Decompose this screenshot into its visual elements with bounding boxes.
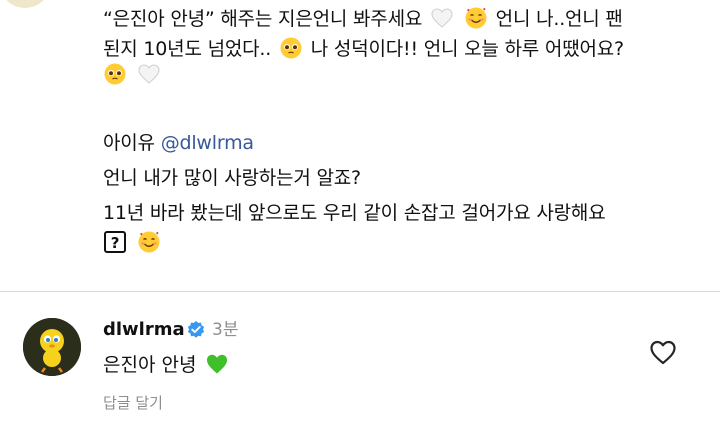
reply-button[interactable]: 답글 달기 bbox=[103, 392, 163, 414]
green-heart-emoji bbox=[206, 354, 227, 374]
comment-text: 은진아 안녕 bbox=[103, 352, 231, 378]
previous-avatar-fragment bbox=[0, 0, 50, 8]
svg-text:?: ? bbox=[111, 234, 120, 252]
tweety-avatar-icon bbox=[23, 318, 81, 376]
question-mark-box-emoji: ? bbox=[104, 231, 126, 253]
caption-text-2-tail: 나 성덕이다!! 언니 오늘 하루 어땠어요? bbox=[310, 38, 624, 60]
author-line: 아이유 @dlwlrma bbox=[103, 130, 254, 156]
body-line-1: 언니 내가 많이 사랑하는거 알죠? bbox=[103, 167, 361, 189]
comment-body: 은진아 안녕 bbox=[103, 354, 197, 376]
white-heart-emoji bbox=[138, 64, 160, 84]
caption-text-2: 된지 10년도 넘었다.. bbox=[103, 38, 272, 60]
body-line-2: 11년 바라 봤는데 앞으로도 우리 같이 손잡고 걸어가요 사랑해요 bbox=[103, 202, 606, 224]
verified-badge-icon bbox=[187, 321, 205, 338]
author-name: 아이유 bbox=[103, 132, 155, 154]
smiling-face-with-hearts-emoji bbox=[138, 231, 160, 253]
caption-line-3 bbox=[103, 62, 163, 88]
like-heart-icon[interactable] bbox=[648, 338, 678, 366]
pleading-face-emoji bbox=[104, 63, 126, 85]
white-heart-emoji bbox=[431, 8, 453, 28]
comment-username[interactable]: dlwlrma bbox=[103, 318, 185, 342]
pleading-face-emoji bbox=[280, 37, 302, 59]
caption-line-1: “은진아 안녕” 해주는 지은언니 봐주세요 언니 나..언니 팬 bbox=[103, 6, 623, 32]
mention-link[interactable]: @dlwlrma bbox=[161, 132, 254, 154]
smiling-face-with-hearts-emoji bbox=[465, 7, 487, 29]
caption-text-1: “은진아 안녕” 해주는 지은언니 봐주세요 bbox=[103, 8, 423, 30]
avatar[interactable] bbox=[23, 318, 81, 376]
caption-line-2: 된지 10년도 넘었다.. 나 성덕이다!! 언니 오늘 하루 어땠어요? bbox=[103, 36, 624, 62]
body-line-3: ? bbox=[103, 230, 163, 256]
comment-divider bbox=[0, 291, 720, 292]
caption-text-1-tail: 언니 나..언니 팬 bbox=[495, 8, 623, 30]
comment-time: 3분 bbox=[212, 320, 239, 340]
